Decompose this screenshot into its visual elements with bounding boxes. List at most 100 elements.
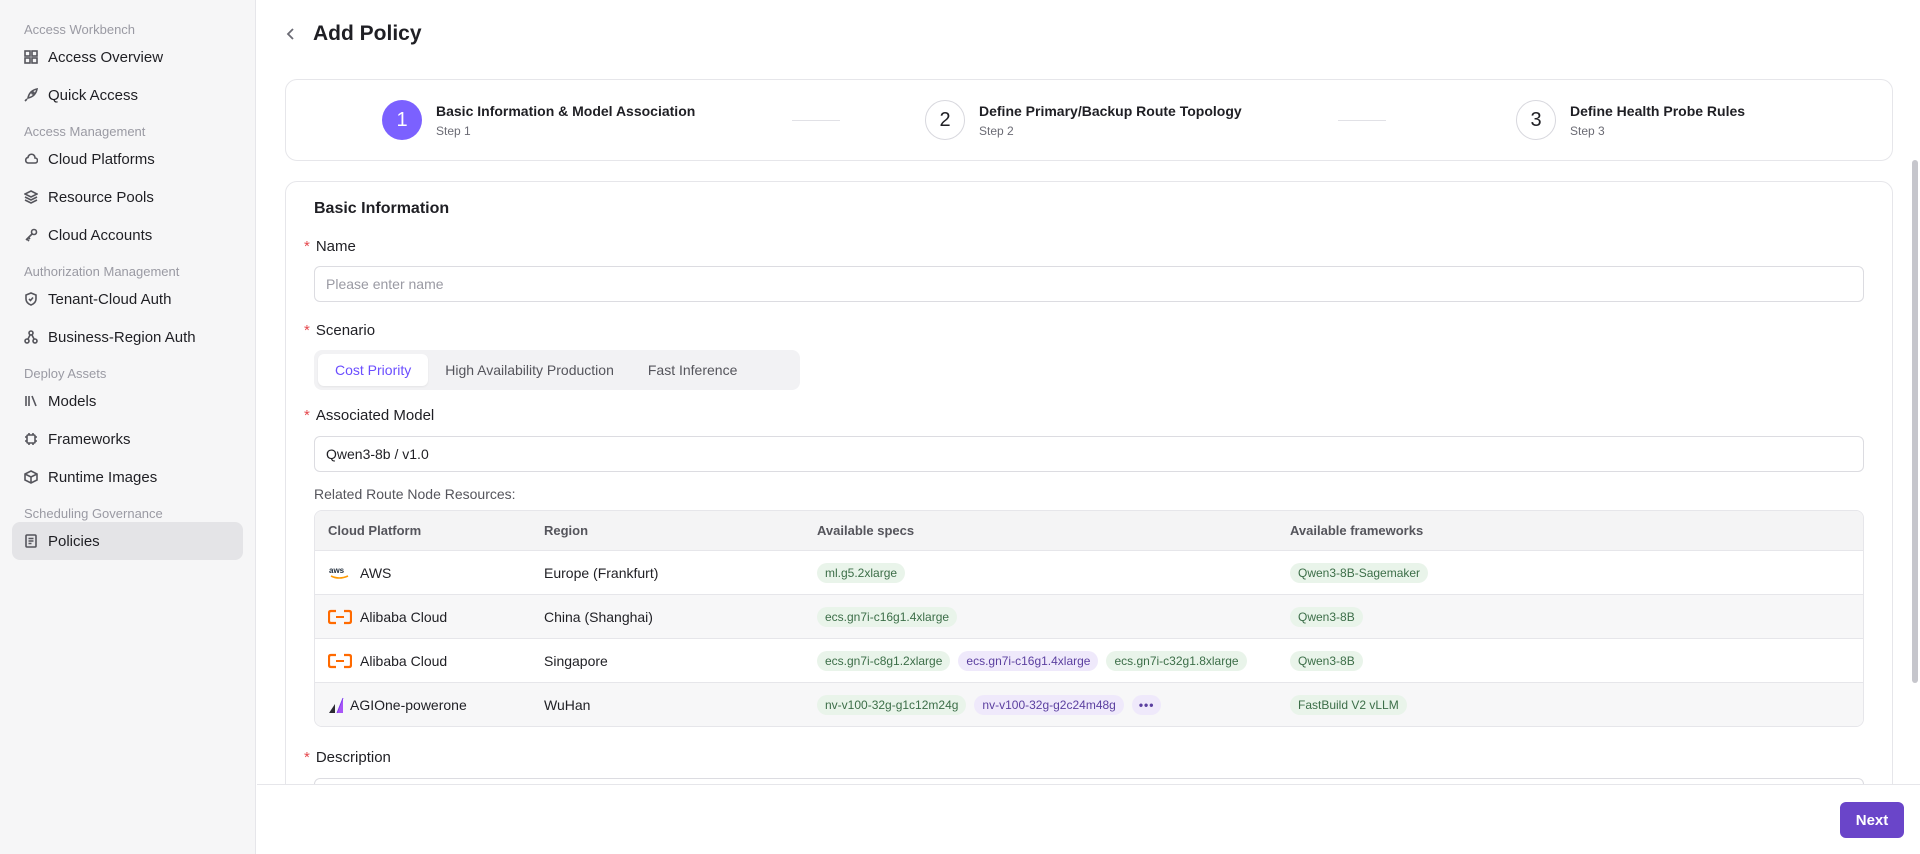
specs-cell: ml.g5.2xlarge — [808, 562, 1281, 583]
cloud-platform-name: AWS — [360, 564, 392, 581]
policy-icon — [24, 534, 38, 548]
cloud-icon — [24, 152, 38, 166]
key-icon — [24, 228, 38, 242]
name-placeholder: Please enter name — [326, 276, 444, 292]
cloud-platform-name: AGIOne-powerone — [350, 696, 467, 713]
name-label-text: Name — [315, 238, 356, 255]
description-label: * Description — [304, 749, 391, 766]
table-row: AGIOne-powerone WuHan nv-v100-32g-g1c12m… — [315, 682, 1863, 726]
grid-icon — [24, 50, 38, 64]
column-header: Available specs — [817, 523, 915, 538]
step-connector — [792, 120, 840, 121]
back-chevron-icon[interactable] — [281, 24, 301, 44]
scenario-option-high-availability[interactable]: High Availability Production — [428, 354, 631, 386]
sidebar-item-quick-access[interactable]: Quick Access — [12, 76, 243, 114]
step-3: 3 Define Health Probe Rules Step 3 — [1516, 100, 1745, 140]
footer-bar: Next — [257, 784, 1920, 854]
spec-tag: ecs.gn7i-c32g1.8xlarge — [1106, 650, 1247, 671]
rocket-icon — [24, 88, 38, 102]
name-input[interactable]: Please enter name — [314, 266, 1864, 302]
next-button[interactable]: Next — [1840, 802, 1904, 838]
frameworks-cell: FastBuild V2 vLLM — [1281, 694, 1863, 715]
column-header: Region — [544, 523, 589, 538]
step-title: Define Health Probe Rules — [1570, 102, 1746, 119]
scrollbar[interactable] — [1912, 160, 1918, 683]
sidebar-section-scheduling-governance: Scheduling Governance — [24, 506, 163, 521]
sidebar-item-label: Cloud Accounts — [48, 226, 153, 244]
table-row: aws AWS Europe (Frankfurt) ml.g5.2xlarge… — [315, 550, 1863, 594]
region-cell: China (Shanghai) — [544, 608, 653, 625]
sidebar-item-access-overview[interactable]: Access Overview — [12, 38, 243, 76]
framework-tag: FastBuild V2 vLLM — [1290, 694, 1407, 715]
cloud-platform-name: Alibaba Cloud — [360, 652, 448, 669]
step-title: Define Primary/Backup Route Topology — [979, 102, 1242, 119]
sidebar-section-access-workbench: Access Workbench — [24, 22, 136, 37]
associated-model-select[interactable]: Qwen3-8b / v1.0 — [314, 436, 1864, 472]
region-cell: Europe (Frankfurt) — [544, 564, 659, 581]
step-title: Basic Information & Model Association — [436, 102, 696, 119]
sidebar-item-label: Business-Region Auth — [48, 328, 196, 346]
page-header: Add Policy — [281, 22, 422, 46]
sidebar-item-models[interactable]: Models — [12, 382, 243, 420]
sidebar-item-label: Runtime Images — [48, 468, 158, 486]
framework-tag: Qwen3-8B — [1290, 606, 1363, 627]
description-label-text: Description — [315, 749, 391, 766]
shield-icon — [24, 292, 38, 306]
required-mark: * — [304, 749, 310, 766]
page-title: Add Policy — [313, 22, 422, 45]
scenario-option-cost-priority[interactable]: Cost Priority — [318, 354, 429, 386]
more-specs-button[interactable]: ••• — [1131, 694, 1162, 715]
required-mark: * — [304, 322, 310, 339]
cloud-platform-cell: AGIOne-powerone — [315, 697, 535, 713]
step-connector — [1338, 120, 1386, 121]
sidebar-item-tenant-cloud-auth[interactable]: Tenant-Cloud Auth — [12, 280, 243, 318]
required-mark: * — [304, 407, 310, 424]
sidebar-item-label: Cloud Platforms — [48, 150, 155, 168]
region-cell: WuHan — [544, 696, 591, 713]
sidebar-item-runtime-images[interactable]: Runtime Images — [12, 458, 243, 496]
spec-tag: ml.g5.2xlarge — [817, 562, 906, 583]
section-title: Basic Information — [314, 200, 450, 217]
specs-cell: ecs.gn7i-c8g1.2xlarge ecs.gn7i-c16g1.4xl… — [808, 650, 1281, 671]
agione-logo-icon — [328, 697, 344, 713]
layers-icon — [24, 190, 38, 204]
column-header: Cloud Platform — [328, 523, 422, 538]
model-label-text: Associated Model — [315, 407, 435, 424]
column-header: Available frameworks — [1290, 523, 1424, 538]
sidebar-item-label: Frameworks — [48, 430, 131, 448]
scenario-option-fast-inference[interactable]: Fast Inference — [631, 354, 755, 386]
sidebar-item-business-region-auth[interactable]: Business-Region Auth — [12, 318, 243, 356]
alibaba-cloud-logo-icon — [328, 609, 352, 625]
spec-tag: nv-v100-32g-g1c12m24g — [817, 694, 967, 715]
table-header: Cloud Platform Region Available specs Av… — [315, 511, 1863, 550]
main-content: Add Policy 1 Basic Information & Model A… — [257, 0, 1920, 854]
svg-text:aws: aws — [329, 566, 345, 575]
region-cell: Singapore — [544, 652, 608, 669]
spec-tag: ecs.gn7i-c8g1.2xlarge — [817, 650, 951, 671]
step-1: 1 Basic Information & Model Association … — [382, 100, 695, 140]
sidebar-item-cloud-platforms[interactable]: Cloud Platforms — [12, 140, 243, 178]
cloud-platform-cell: Alibaba Cloud — [315, 653, 535, 669]
sidebar-item-policies[interactable]: Policies — [12, 522, 243, 560]
required-mark: * — [304, 238, 310, 255]
aws-logo-icon: aws — [328, 565, 352, 581]
specs-cell: nv-v100-32g-g1c12m24g nv-v100-32g-g2c24m… — [808, 694, 1281, 715]
sidebar-item-frameworks[interactable]: Frameworks — [12, 420, 243, 458]
route-node-table: Cloud Platform Region Available specs Av… — [314, 510, 1864, 727]
name-label: * Name — [304, 238, 356, 255]
sidebar-item-cloud-accounts[interactable]: Cloud Accounts — [12, 216, 243, 254]
sidebar-item-label: Quick Access — [48, 86, 139, 104]
framework-tag: Qwen3-8B — [1290, 650, 1363, 671]
sidebar-item-resource-pools[interactable]: Resource Pools — [12, 178, 243, 216]
sidebar-item-label: Access Overview — [48, 48, 164, 66]
stepper: 1 Basic Information & Model Association … — [285, 79, 1893, 161]
spec-tag: ecs.gn7i-c16g1.4xlarge — [958, 650, 1099, 671]
sidebar-item-label: Tenant-Cloud Auth — [48, 290, 172, 308]
step-number: 3 — [1516, 100, 1556, 140]
scenario-label: * Scenario — [304, 322, 375, 339]
specs-cell: ecs.gn7i-c16g1.4xlarge — [808, 606, 1281, 627]
step-number: 1 — [382, 100, 422, 140]
frameworks-cell: Qwen3-8B-Sagemaker — [1281, 562, 1863, 583]
library-icon — [24, 394, 38, 408]
alibaba-cloud-logo-icon — [328, 653, 352, 669]
